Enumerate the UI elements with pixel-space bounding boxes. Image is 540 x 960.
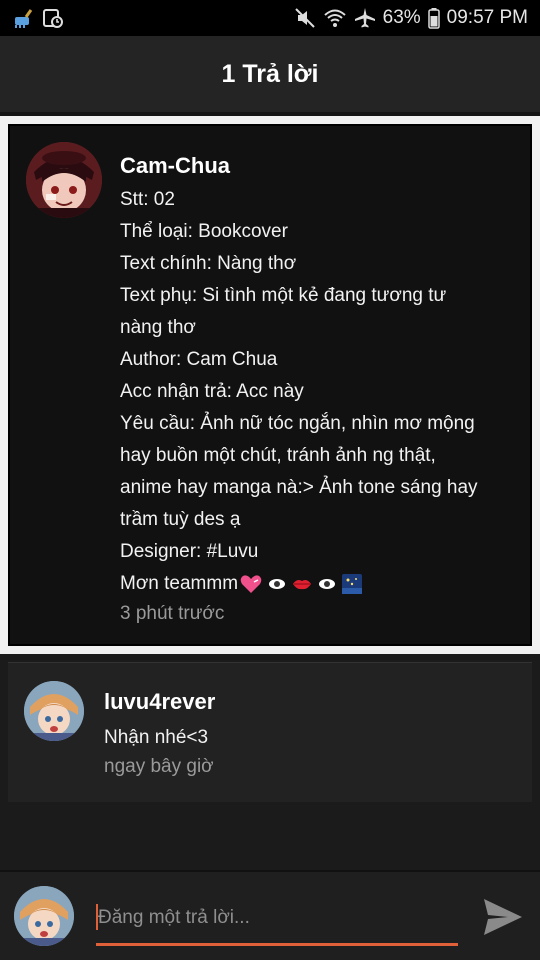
- post-line: Stt: 02: [120, 189, 175, 210]
- post-line: Thể loại: Bookcover: [120, 221, 288, 242]
- post-body: Cam-Chua Stt: 02 Thể loại: Bookcover Tex…: [120, 150, 524, 628]
- post-author-name[interactable]: Cam-Chua: [120, 150, 524, 182]
- post-line-last: Mơn teammm: [120, 568, 524, 600]
- battery-percent: 63%: [382, 7, 421, 28]
- battery-icon: [427, 7, 440, 29]
- lips-emoji-icon: [293, 579, 312, 590]
- reply-timestamp: ngay bây giờ: [104, 756, 214, 777]
- avatar[interactable]: [26, 142, 102, 218]
- original-post-container: Cam-Chua Stt: 02 Thể loại: Bookcover Tex…: [0, 116, 540, 654]
- broom-icon: [12, 7, 34, 29]
- text-caret: [96, 904, 98, 930]
- status-right: 63% 09:57 PM: [294, 7, 528, 29]
- reply-input[interactable]: [96, 898, 458, 946]
- status-left: [12, 7, 64, 29]
- avatar: [14, 886, 74, 946]
- reply-text: Nhận nhé<3: [104, 727, 209, 748]
- calendar-icon: [42, 7, 64, 29]
- post-line: hay buồn một chút, tránh ảnh ng thật,: [120, 445, 436, 466]
- airplane-icon: [354, 7, 376, 29]
- page-title: 1 Trả lời: [221, 59, 319, 88]
- post-line: Text chính: Nàng thơ: [120, 253, 297, 274]
- post-line: nàng thơ: [120, 317, 196, 338]
- post-line: Author: Cam Chua: [120, 349, 278, 370]
- post-line: Text phụ: Si tình một kẻ đang tương tư: [120, 285, 447, 306]
- heart-emoji-icon: [240, 575, 262, 593]
- post-line: trầm tuỳ des ạ: [120, 509, 241, 530]
- post-line: Acc nhận trả: Acc này: [120, 381, 304, 402]
- mute-icon: [294, 7, 316, 29]
- night-sky-emoji-icon: [342, 573, 363, 594]
- wifi-icon: [323, 7, 347, 29]
- post-line: Yêu cầu: Ảnh nữ tóc ngắn, nhìn mơ mộng: [120, 413, 475, 434]
- post-line: Designer: #Luvu: [120, 541, 259, 562]
- post-last-text: Mơn teammm: [120, 573, 239, 594]
- original-post: Cam-Chua Stt: 02 Thể loại: Bookcover Tex…: [8, 124, 532, 646]
- emoji-row: [240, 573, 363, 594]
- eye-emoji-icon: [269, 578, 286, 589]
- header-bar: 1 Trả lời: [0, 36, 540, 112]
- send-icon: [484, 899, 522, 935]
- reply-item: luvu4rever Nhận nhé<3 ngay bây giờ: [8, 662, 532, 802]
- post-timestamp: 3 phút trước: [120, 603, 225, 624]
- clock: 09:57 PM: [446, 7, 528, 28]
- status-bar: 63% 09:57 PM: [0, 0, 540, 36]
- reply-composer: [0, 870, 540, 960]
- send-button[interactable]: [480, 894, 526, 940]
- eye-emoji-icon: [319, 578, 336, 589]
- avatar[interactable]: [24, 681, 84, 741]
- reply-body: luvu4rever Nhận nhé<3 ngay bây giờ: [104, 685, 514, 781]
- reply-author-name[interactable]: luvu4rever: [104, 685, 514, 719]
- post-line: anime hay manga nà:> Ảnh tone sáng hay: [120, 477, 478, 498]
